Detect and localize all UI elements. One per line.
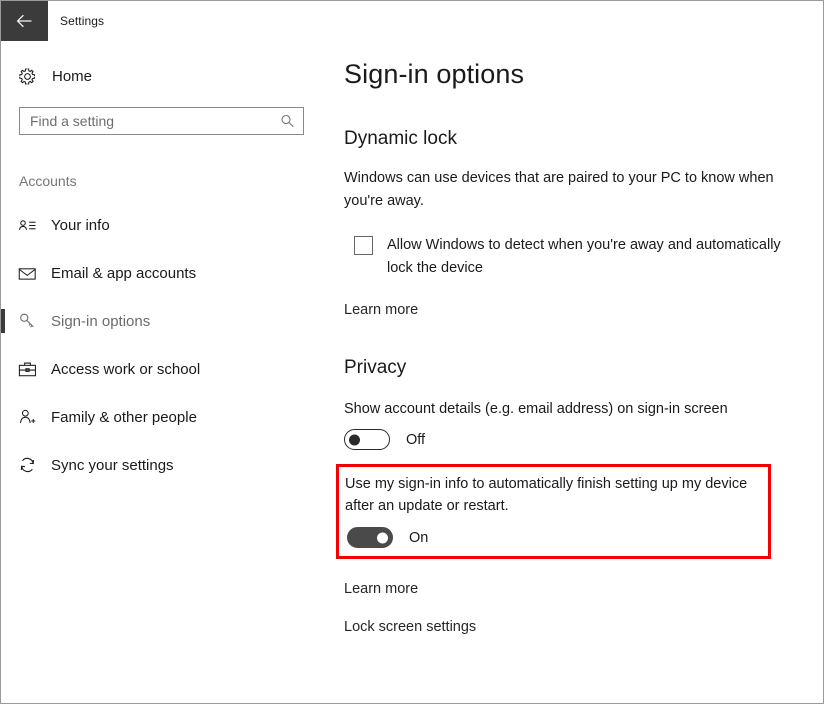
sync-icon	[18, 456, 51, 474]
selection-indicator	[1, 309, 5, 333]
sidebar-item-label: Family & other people	[51, 408, 197, 426]
sidebar-item-label: Email & app accounts	[51, 264, 197, 282]
sidebar-item-home[interactable]: Home	[1, 59, 322, 93]
sidebar-item-label: Sign-in options	[51, 312, 151, 330]
sidebar-item-sync-your-settings[interactable]: Sync your settings	[1, 441, 322, 489]
show-account-details-state: Off	[406, 431, 426, 448]
show-account-details-label: Show account details (e.g. email address…	[344, 401, 728, 417]
dynamic-lock-checkbox-row[interactable]: Allow Windows to detect when you're away…	[354, 234, 823, 280]
lock-screen-settings-link[interactable]: Lock screen settings	[344, 619, 823, 635]
privacy-links: Learn more Lock screen settings	[344, 581, 823, 635]
sidebar-item-family-other-people[interactable]: Family & other people	[1, 393, 322, 441]
sidebar-item-label: Access work or school	[51, 360, 201, 378]
finish-setting-up-toggle[interactable]	[347, 527, 393, 548]
show-account-details-toggle[interactable]	[344, 429, 390, 450]
sidebar-nav: Your info Email & app accounts Sign-in o…	[1, 201, 322, 489]
section-title-privacy: Privacy	[344, 357, 407, 378]
sidebar-item-access-work-or-school[interactable]: Access work or school	[1, 345, 322, 393]
page-title: Sign-in options	[344, 59, 525, 89]
toggle-knob	[349, 434, 360, 445]
sidebar-item-label: Your info	[51, 216, 110, 234]
main-content: Sign-in options Dynamic lock Windows can…	[322, 41, 823, 703]
search-wrapper	[19, 107, 322, 135]
dynamic-lock-description: Windows can use devices that are paired …	[344, 170, 774, 209]
key-icon	[18, 312, 51, 330]
section-title-dynamic-lock: Dynamic lock	[344, 128, 457, 149]
finish-setting-up-highlight-box: Use my sign-in info to automatically fin…	[336, 464, 771, 559]
titlebar-title: Settings	[60, 14, 105, 28]
sidebar-item-your-info[interactable]: Your info	[1, 201, 322, 249]
show-account-details-toggle-row: Off	[344, 429, 823, 450]
dynamic-lock-checkbox-label: Allow Windows to detect when you're away…	[387, 237, 781, 276]
sidebar-group-title: Accounts	[19, 173, 77, 189]
sidebar-item-email-app-accounts[interactable]: Email & app accounts	[1, 249, 322, 297]
envelope-icon	[18, 266, 51, 281]
finish-setting-up-label: Use my sign-in info to automatically fin…	[345, 476, 748, 514]
dynamic-lock-learn-more-link[interactable]: Learn more	[344, 302, 418, 318]
sidebar-item-home-label: Home	[52, 67, 93, 85]
search-input[interactable]	[20, 108, 303, 134]
privacy-learn-more-link[interactable]: Learn more	[344, 581, 823, 597]
sidebar-item-sign-in-options[interactable]: Sign-in options	[1, 297, 322, 345]
finish-setting-up-state: On	[409, 529, 429, 546]
contact-card-icon	[18, 218, 51, 233]
sidebar: Home Accounts	[1, 41, 322, 703]
dynamic-lock-checkbox[interactable]	[354, 236, 373, 255]
person-add-icon	[18, 408, 51, 426]
toggle-knob	[377, 532, 388, 543]
briefcase-icon	[18, 361, 51, 378]
back-button[interactable]	[1, 1, 48, 41]
titlebar: Settings	[1, 1, 823, 41]
search-icon[interactable]	[280, 114, 295, 129]
back-arrow-icon	[15, 13, 35, 29]
settings-window: Settings Home Find a setting Accounts Yo…	[0, 0, 824, 704]
finish-setting-up-toggle-row: On	[347, 527, 762, 548]
sidebar-item-label: Sync your settings	[51, 456, 174, 474]
search-box[interactable]	[19, 107, 304, 135]
gear-icon	[18, 67, 50, 86]
